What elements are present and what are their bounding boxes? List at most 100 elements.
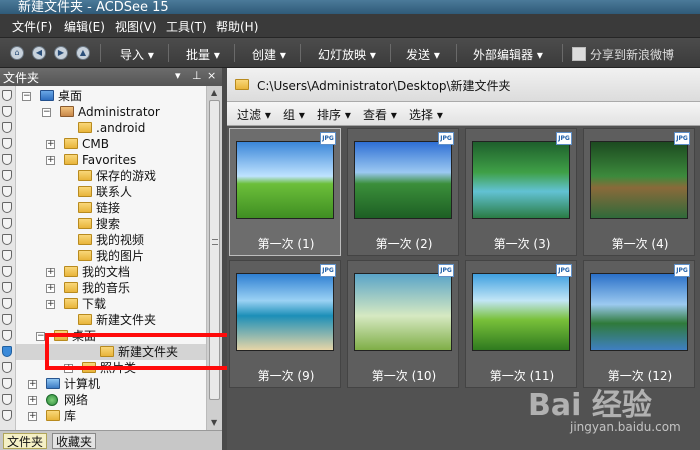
tree-node[interactable]: 新建文件夹 (16, 312, 206, 328)
current-path[interactable]: C:\Users\Administrator\Desktop\新建文件夹 (257, 77, 511, 94)
scroll-down-icon[interactable]: ▼ (211, 418, 217, 427)
category-shield-icon[interactable] (2, 250, 12, 261)
group-button[interactable]: 组 ▾ (283, 106, 305, 123)
expand-icon[interactable]: + (46, 268, 55, 277)
tree-node[interactable]: 链接 (16, 200, 206, 216)
menu-view[interactable]: 视图(V) (115, 18, 157, 35)
category-shield-icon[interactable] (2, 330, 12, 341)
category-shield-icon[interactable] (2, 170, 12, 181)
pane-menu-icon[interactable]: ▾ (175, 69, 181, 82)
thumbnail-item[interactable]: JPG 第一次 (1) (229, 128, 341, 256)
collapse-icon[interactable]: − (42, 108, 51, 117)
tree-node[interactable]: + 下载 (16, 296, 206, 312)
category-shield-icon[interactable] (2, 394, 12, 405)
menu-tools[interactable]: 工具(T) (166, 18, 207, 35)
menu-help[interactable]: 帮助(H) (216, 18, 258, 35)
collapse-icon[interactable]: − (22, 92, 31, 101)
menu-file[interactable]: 文件(F) (12, 18, 52, 35)
sort-button[interactable]: 排序 ▾ (317, 106, 351, 123)
thumbnail-item[interactable]: JPG 第一次 (12) (583, 260, 695, 388)
share-weibo-button[interactable]: 分享到新浪微博 (590, 46, 674, 63)
tree-node[interactable]: .android (16, 120, 206, 136)
select-button[interactable]: 选择 ▾ (409, 106, 443, 123)
toolbar-separator (562, 44, 563, 62)
thumbnail-item[interactable]: JPG 第一次 (9) (229, 260, 341, 388)
folders-pane: 文件夹 ▾ ⊥ × − 桌面 − Administrator .android + CMB +… (0, 68, 222, 450)
tree-node[interactable]: 我的视频 (16, 232, 206, 248)
close-icon[interactable]: × (207, 69, 216, 82)
back-button[interactable]: ◀ (32, 46, 46, 60)
tab-folders[interactable]: 文件夹 (3, 433, 48, 449)
thumbnail-image (472, 141, 570, 219)
expand-icon[interactable]: + (28, 380, 37, 389)
category-shield-icon[interactable] (2, 186, 12, 197)
up-arrow-icon: ▲ (79, 48, 87, 57)
tree-node[interactable]: + Favorites (16, 152, 206, 168)
category-shield-icon[interactable] (2, 106, 12, 117)
category-shield-icon[interactable] (2, 266, 12, 277)
tree-node[interactable]: 联系人 (16, 184, 206, 200)
pin-icon[interactable]: ⊥ (192, 69, 202, 82)
expand-icon[interactable]: + (46, 300, 55, 309)
category-shield-icon[interactable] (2, 298, 12, 309)
tree-node[interactable]: + 我的音乐 (16, 280, 206, 296)
category-shield-icon[interactable] (2, 90, 12, 101)
thumbnail-item[interactable]: JPG 第一次 (11) (465, 260, 577, 388)
slideshow-button[interactable]: 幻灯放映 ▾ (318, 46, 376, 63)
tree-node[interactable]: 我的图片 (16, 248, 206, 264)
tab-favorites[interactable]: 收藏夹 (52, 433, 97, 449)
home-button[interactable]: ⌂ (10, 46, 24, 60)
menu-edit[interactable]: 编辑(E) (64, 18, 105, 35)
thumbnail-item[interactable]: JPG 第一次 (2) (347, 128, 459, 256)
category-shield-icon[interactable] (2, 202, 12, 213)
tree-node[interactable]: + 网络 (16, 392, 206, 408)
scroll-up-icon[interactable]: ▲ (211, 88, 217, 97)
tree-node[interactable]: + 库 (16, 408, 206, 424)
tree-node[interactable]: − 桌面 (16, 88, 206, 104)
tree-node[interactable]: + CMB (16, 136, 206, 152)
category-shield-icon[interactable] (2, 234, 12, 245)
thumbnail-item[interactable]: JPG 第一次 (10) (347, 260, 459, 388)
tree-node[interactable]: + 计算机 (16, 376, 206, 392)
send-button[interactable]: 发送 ▾ (406, 46, 440, 63)
expand-icon[interactable]: + (46, 156, 55, 165)
category-shield-icon[interactable] (2, 138, 12, 149)
view-button[interactable]: 查看 ▾ (363, 106, 397, 123)
tree-node[interactable]: − Administrator (16, 104, 206, 120)
category-shield-icon[interactable] (2, 362, 12, 373)
category-shield-icon[interactable] (2, 122, 12, 133)
filter-button[interactable]: 过滤 ▾ (237, 106, 271, 123)
tree-scrollbar[interactable]: ▲ ▼ (206, 86, 222, 430)
toolbar-separator (168, 44, 169, 62)
jpg-badge-icon: JPG (556, 132, 572, 145)
create-button[interactable]: 创建 ▾ (252, 46, 286, 63)
up-button[interactable]: ▲ (76, 46, 90, 60)
tree-node-label: 网络 (64, 393, 89, 407)
expand-icon[interactable]: + (46, 284, 55, 293)
tree-node[interactable]: + 我的文档 (16, 264, 206, 280)
category-shield-icon[interactable] (2, 314, 12, 325)
share-icon (572, 47, 586, 61)
tree-node[interactable]: 保存的游戏 (16, 168, 206, 184)
external-editor-button[interactable]: 外部编辑器 ▾ (473, 46, 543, 63)
forward-button[interactable]: ▶ (54, 46, 68, 60)
expand-icon[interactable]: + (28, 412, 37, 421)
category-shield-icon[interactable] (2, 218, 12, 229)
category-shield-icon[interactable] (2, 346, 12, 357)
thumbnail-item[interactable]: JPG 第一次 (4) (583, 128, 695, 256)
tree-node[interactable]: 搜索 (16, 216, 206, 232)
folders-pane-title: 文件夹 (3, 71, 40, 85)
category-shield-icon[interactable] (2, 410, 12, 421)
jpg-badge-icon: JPG (438, 264, 454, 277)
collapse-icon[interactable]: − (36, 332, 45, 341)
category-shield-icon[interactable] (2, 154, 12, 165)
thumbnail-item[interactable]: JPG 第一次 (3) (465, 128, 577, 256)
category-shield-icon[interactable] (2, 378, 12, 389)
import-button[interactable]: 导入 ▾ (120, 46, 154, 63)
expand-icon[interactable]: + (46, 140, 55, 149)
category-shield-icon[interactable] (2, 282, 12, 293)
expand-icon[interactable]: + (28, 396, 37, 405)
thumbnail-caption: 第一次 (3) (493, 237, 551, 251)
batch-button[interactable]: 批量 ▾ (186, 46, 220, 63)
folder-icon (78, 234, 92, 245)
